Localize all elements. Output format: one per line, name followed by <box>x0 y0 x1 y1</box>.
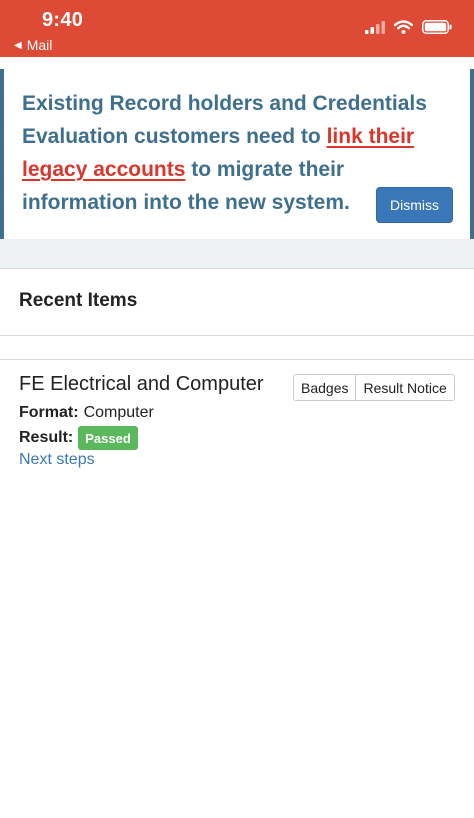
item-actions: Badges Result Notice <box>293 374 455 401</box>
battery-icon <box>422 20 452 34</box>
section-divider <box>0 239 474 269</box>
badges-button[interactable]: Badges <box>294 375 356 400</box>
format-label: Format: <box>19 404 79 421</box>
format-value: Computer <box>83 404 154 421</box>
status-bar: 9:40 ◀ Mail <box>0 0 474 57</box>
back-label: Mail <box>26 37 53 53</box>
recent-items-title: Recent Items <box>19 290 138 311</box>
dismiss-button[interactable]: Dismiss <box>376 187 453 223</box>
migration-banner: Existing Record holders and Credentials … <box>0 69 474 239</box>
status-time: 9:40 <box>42 9 84 31</box>
exam-title: FE Electrical and Computer <box>19 373 264 395</box>
back-triangle-icon: ◀ <box>14 39 22 51</box>
next-steps-link[interactable]: Next steps <box>19 451 95 469</box>
signal-icon <box>365 20 385 34</box>
list-divider <box>0 336 474 360</box>
recent-item: FE Electrical and Computer Badges Result… <box>0 361 474 818</box>
result-label: Result: <box>19 429 74 446</box>
status-icons <box>365 20 452 34</box>
result-notice-button[interactable]: Result Notice <box>355 375 454 400</box>
result-row: Result: Passed <box>19 426 138 450</box>
status-badge: Passed <box>78 426 138 450</box>
recent-items-header: Recent Items <box>0 269 474 336</box>
wifi-icon <box>394 20 413 34</box>
format-row: Format: Computer <box>19 404 154 422</box>
back-to-mail-link[interactable]: ◀ Mail <box>14 37 52 53</box>
